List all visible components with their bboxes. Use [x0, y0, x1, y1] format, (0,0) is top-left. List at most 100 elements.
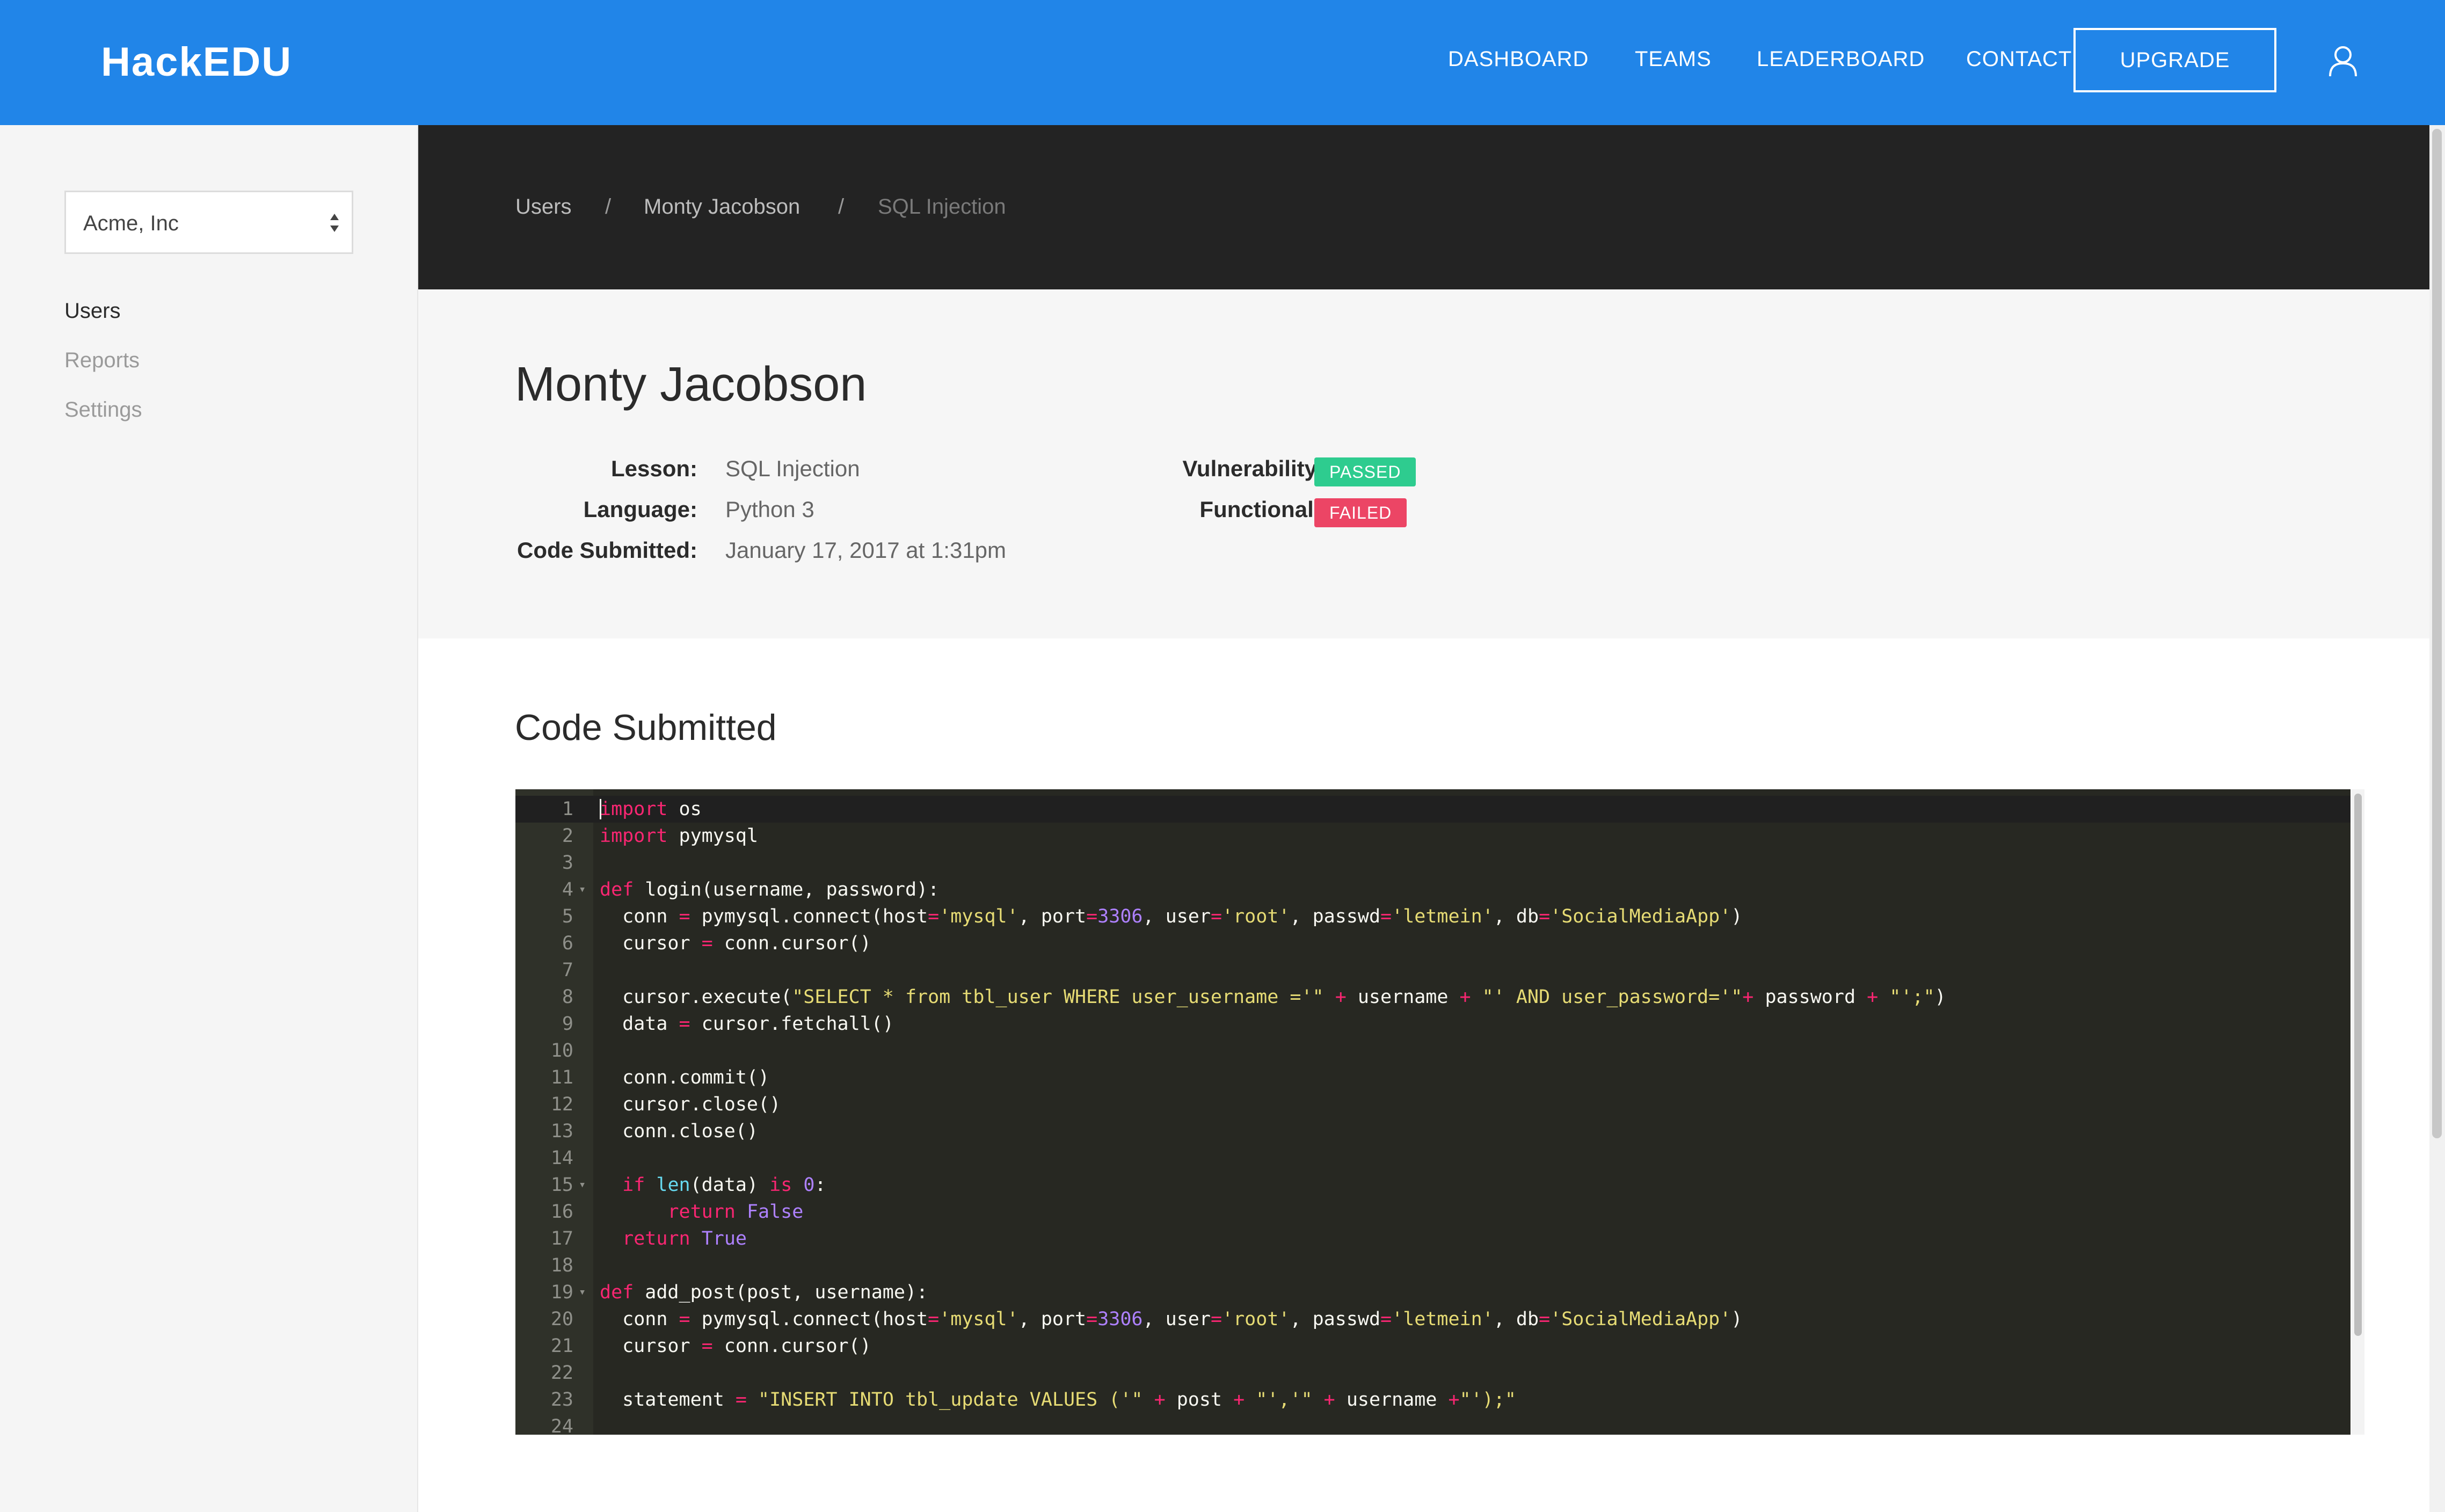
user-icon[interactable]	[2328, 45, 2358, 77]
line-number: 22	[550, 1362, 573, 1384]
next-section-cutoff	[515, 1503, 676, 1512]
code-line[interactable]: 6 cursor = conn.cursor()	[515, 930, 2351, 957]
fold-arrow-icon[interactable]: ▾	[579, 876, 586, 903]
page-title: Monty Jacobson	[515, 358, 867, 411]
code-line[interactable]: 15 ▾ if len(data) is 0:	[515, 1172, 2351, 1198]
line-number: 9	[562, 1013, 573, 1035]
code-token: add_post(post, username):	[634, 1282, 928, 1303]
code-editor[interactable]: 1 import os 2 import pymysql 3 4 ▾ def login(us…	[515, 789, 2351, 1435]
code-text: cursor.close()	[600, 1091, 781, 1118]
code-line[interactable]: 4 ▾ def login(username, password):	[515, 876, 2351, 903]
hackedu-logo[interactable]: HackEDU	[101, 39, 292, 85]
code-token: import	[600, 825, 668, 847]
line-number: 23	[550, 1389, 573, 1411]
code-line[interactable]: 12 cursor.close()	[515, 1091, 2351, 1118]
organization-select[interactable]: Acme, Inc	[64, 191, 353, 254]
code-line[interactable]: 2 import pymysql	[515, 823, 2351, 849]
code-line[interactable]: 22	[515, 1360, 2351, 1386]
code-token: pymysql.connect(host	[690, 1309, 928, 1330]
code-token: +	[1323, 1389, 1335, 1411]
fold-arrow-icon[interactable]: ▾	[579, 1279, 586, 1306]
code-token: def	[600, 879, 634, 900]
code-text: data = cursor.fetchall()	[600, 1011, 894, 1037]
page-scrollbar-thumb[interactable]	[2432, 129, 2442, 1138]
code-text: conn = pymysql.connect(host='mysql', por…	[600, 903, 1742, 930]
code-token: username	[1346, 986, 1460, 1008]
code-line[interactable]: 7	[515, 957, 2351, 984]
code-token: , db	[1493, 906, 1539, 927]
sidebar-item-users[interactable]: Users	[64, 299, 120, 323]
code-token: conn.cursor()	[712, 1335, 871, 1357]
code-text: conn = pymysql.connect(host='mysql', por…	[600, 1306, 1742, 1333]
language-value: Python 3	[725, 497, 814, 522]
code-token: =	[701, 1335, 713, 1357]
nav-contact[interactable]: CONTACT	[1966, 47, 2072, 71]
code-line[interactable]: 16 return False	[515, 1198, 2351, 1225]
nav-leaderboard[interactable]: LEADERBOARD	[1757, 47, 1925, 71]
code-editor-scrollbar-thumb[interactable]	[2354, 794, 2362, 1336]
code-submitted-label: Code Submitted:	[517, 537, 697, 563]
code-line[interactable]: 11 conn.commit()	[515, 1064, 2351, 1091]
code-token: , db	[1493, 1309, 1539, 1330]
code-line[interactable]: 19 ▾ def add_post(post, username):	[515, 1279, 2351, 1306]
code-line[interactable]: 17 return True	[515, 1225, 2351, 1252]
code-token: login(username, password):	[634, 879, 940, 900]
breadcrumb-separator: /	[838, 195, 845, 219]
code-text: return False	[600, 1198, 803, 1225]
line-number: 12	[550, 1094, 573, 1115]
code-token: return	[667, 1201, 736, 1223]
vulnerability-scan-badge: PASSED	[1314, 457, 1416, 486]
sidebar-item-reports[interactable]: Reports	[64, 348, 140, 373]
line-number: 21	[550, 1335, 573, 1357]
code-token: "INSERT INTO tbl_update VALUES ('"	[758, 1389, 1143, 1411]
code-token: pymysql.connect(host	[690, 906, 928, 927]
code-line[interactable]: 10	[515, 1037, 2351, 1064]
code-token: +	[1154, 1389, 1166, 1411]
code-token: =	[928, 1309, 940, 1330]
fold-arrow-icon[interactable]: ▾	[579, 1172, 586, 1198]
code-line[interactable]: 23 statement = "INSERT INTO tbl_update V…	[515, 1386, 2351, 1413]
code-text: cursor = conn.cursor()	[600, 1333, 871, 1360]
code-line[interactable]: 8 cursor.execute("SELECT * from tbl_user…	[515, 984, 2351, 1011]
nav-teams[interactable]: TEAMS	[1635, 47, 1712, 71]
code-text: statement = "INSERT INTO tbl_update VALU…	[600, 1386, 1516, 1413]
code-line[interactable]: 13 conn.close()	[515, 1118, 2351, 1145]
code-line[interactable]: 3	[515, 849, 2351, 876]
code-line[interactable]: 20 conn = pymysql.connect(host='mysql', …	[515, 1306, 2351, 1333]
code-line[interactable]: 1 import os	[515, 796, 2351, 823]
code-token: conn	[600, 906, 679, 927]
code-token: cursor	[600, 1335, 702, 1357]
code-token: 'root'	[1222, 906, 1290, 927]
code-token: len	[656, 1174, 690, 1196]
code-text: def login(username, password):	[600, 876, 939, 903]
line-number: 6	[562, 933, 573, 954]
code-line[interactable]: 18	[515, 1252, 2351, 1279]
code-line[interactable]: 14	[515, 1145, 2351, 1172]
code-token: 'mysql'	[939, 906, 1018, 927]
code-token: pymysql	[667, 825, 759, 847]
line-number: 17	[550, 1228, 573, 1249]
code-line[interactable]: 9 data = cursor.fetchall()	[515, 1011, 2351, 1037]
breadcrumb-users[interactable]: Users	[515, 195, 571, 219]
code-token: 'letmein'	[1392, 906, 1494, 927]
organization-select-value: Acme, Inc	[83, 212, 179, 235]
line-number: 18	[550, 1255, 573, 1276]
code-line[interactable]: 24	[515, 1413, 2351, 1435]
nav-dashboard[interactable]: DASHBOARD	[1448, 47, 1589, 71]
code-token: =	[701, 933, 713, 954]
code-token: )	[1731, 1309, 1743, 1330]
code-line[interactable]: 21 cursor = conn.cursor()	[515, 1333, 2351, 1360]
breadcrumb-user[interactable]: Monty Jacobson	[644, 195, 800, 219]
code-text: return True	[600, 1225, 747, 1252]
upgrade-button[interactable]: UPGRADE	[2073, 28, 2276, 92]
code-token: 'mysql'	[939, 1309, 1018, 1330]
sidebar-item-settings[interactable]: Settings	[64, 398, 142, 422]
code-token: )	[1731, 906, 1743, 927]
code-token: password	[1753, 986, 1867, 1008]
code-line[interactable]: 5 conn = pymysql.connect(host='mysql', p…	[515, 903, 2351, 930]
sidebar: Acme, Inc Users Reports Settings	[0, 125, 418, 1512]
